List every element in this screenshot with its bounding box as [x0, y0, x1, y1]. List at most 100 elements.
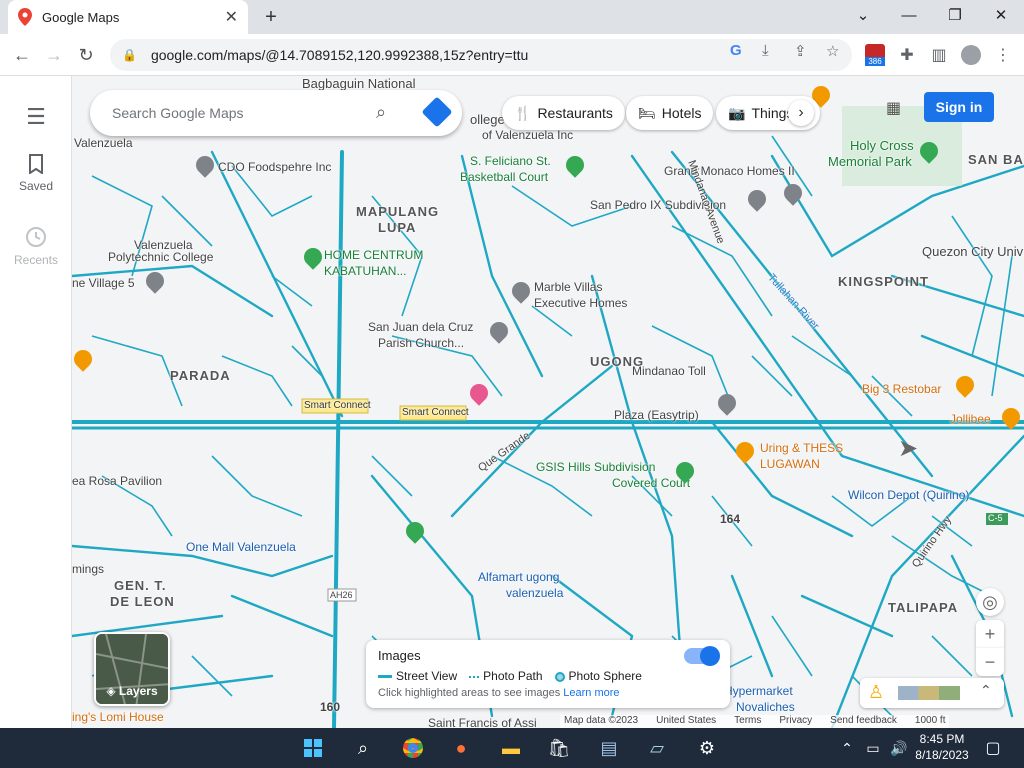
label-jollibee: Jollibee: [950, 412, 991, 426]
start-windows-icon[interactable]: [298, 734, 328, 762]
minimize-button[interactable]: —: [886, 0, 932, 30]
tab-google-maps[interactable]: Google Maps ✕: [8, 0, 248, 34]
map-canvas[interactable]: Bagbaguin National ollege Inc of Valenzu…: [72, 76, 1024, 728]
close-window-button[interactable]: ✕: [978, 0, 1024, 30]
label-valenzuela-top: Valenzuela: [74, 136, 133, 150]
map-attribution: Map data ©2023 United States Terms Priva…: [560, 715, 950, 728]
saved-label: Saved: [18, 179, 54, 193]
settings-gear-icon[interactable]: ⚙: [692, 734, 722, 762]
layers-button[interactable]: ◈ Layers: [94, 632, 170, 706]
bookmark-star-icon[interactable]: ☆: [826, 42, 839, 60]
browser-toolbar: ← → ↻ 🔒 google.com/maps/@14.7089152,120.…: [0, 34, 1024, 76]
taskbar-clock[interactable]: 8:45 PM 8/18/2023: [912, 731, 972, 763]
notepad-icon[interactable]: ▱: [642, 734, 672, 762]
zoom-out-button[interactable]: −: [976, 648, 1004, 676]
label-smart-connect-2: Smart Connect: [402, 407, 469, 418]
label-de-leon: DE LEON: [110, 594, 175, 609]
images-toggle[interactable]: [684, 646, 720, 666]
chip-restaurants[interactable]: 🍴 Restaurants: [502, 96, 625, 130]
chip-label: Restaurants: [537, 105, 613, 121]
search-icon[interactable]: ⌕: [376, 102, 386, 123]
search-input[interactable]: Search Google Maps: [112, 105, 244, 121]
lock-icon[interactable]: 🔒: [122, 48, 137, 62]
tab-close-icon[interactable]: ✕: [225, 7, 238, 27]
side-panel-icon[interactable]: ▥: [926, 42, 952, 68]
search-box[interactable]: Search Google Maps ⌕: [90, 90, 462, 136]
new-tab-button[interactable]: +: [258, 4, 284, 30]
pegman-icon[interactable]: ♙: [868, 682, 884, 703]
label-basketball: Basketball Court: [460, 170, 549, 184]
recents-button[interactable]: Recents: [0, 226, 72, 267]
expand-chevron-icon[interactable]: ⌃: [980, 682, 992, 699]
label-san-ba: SAN BA: [968, 152, 1024, 167]
restaurant-icon: 🍴: [514, 104, 532, 121]
label-164: 164: [720, 512, 741, 526]
my-location-icon[interactable]: ◎: [976, 588, 1004, 616]
label-plaza: Plaza (Easytrip): [614, 408, 699, 422]
google-apps-grid-icon[interactable]: ▦: [886, 98, 904, 117]
label-parada: PARADA: [170, 368, 231, 383]
scale-bar[interactable]: 1000 ft: [915, 715, 946, 728]
terms-link[interactable]: Terms: [734, 715, 761, 728]
recents-label: Recents: [13, 253, 59, 267]
menu-hamburger-icon[interactable]: ☰: [0, 104, 72, 130]
camera-icon: 📷: [728, 104, 746, 121]
reload-icon[interactable]: ↻: [72, 42, 100, 68]
firefox-icon[interactable]: ●: [446, 734, 476, 762]
profile-avatar-icon[interactable]: [958, 42, 984, 68]
label-cdo: CDO Foodspehre Inc: [218, 160, 332, 174]
url-text: google.com/maps/@14.7089152,120.9992388,…: [150, 47, 529, 63]
zoom-in-button[interactable]: +: [976, 620, 1004, 648]
microsoft-store-icon[interactable]: 🛍: [544, 734, 574, 762]
send-feedback-link[interactable]: Send feedback: [830, 715, 897, 728]
imagery-thumbnails[interactable]: [898, 686, 960, 700]
calendar-extension-icon[interactable]: 386: [862, 42, 888, 68]
label-160: 160: [320, 700, 341, 714]
label-smart-connect-1: Smart Connect: [304, 400, 371, 411]
street-view-strip[interactable]: ♙ ⌃: [860, 678, 1004, 708]
map-data-text: Map data ©2023: [564, 715, 639, 726]
restore-button[interactable]: ❐: [932, 0, 978, 30]
label-lupa: LUPA: [378, 220, 417, 235]
extensions-puzzle-icon[interactable]: ✚: [894, 42, 920, 68]
saved-button[interactable]: Saved: [0, 154, 72, 193]
label-big3: Big 3 Restobar: [862, 382, 942, 396]
forward-arrow-icon[interactable]: →: [40, 42, 68, 68]
google-lens-icon[interactable]: G: [730, 42, 742, 59]
label-talipapa: TALIPAPA: [888, 600, 959, 615]
label-hypermarket: Hypermarket: [724, 684, 793, 698]
layers-icon: ◈: [106, 684, 119, 698]
file-explorer-icon[interactable]: ▬: [496, 734, 526, 762]
notifications-icon[interactable]: ▢: [978, 734, 1008, 762]
label-gen-t: GEN. T.: [114, 578, 167, 593]
sign-in-button[interactable]: Sign in: [924, 92, 994, 122]
install-app-icon[interactable]: ⤓: [762, 42, 769, 59]
mouse-cursor-icon: ➤: [898, 435, 919, 462]
street-view-legend: Street View: [378, 669, 457, 683]
label-polytechnic: Polytechnic College: [108, 250, 214, 264]
chrome-icon[interactable]: [398, 734, 428, 762]
search-icon[interactable]: ⌕: [348, 734, 378, 762]
label-mindanao-toll: Mindanao Toll: [632, 364, 706, 378]
back-arrow-icon[interactable]: ←: [8, 42, 36, 68]
chevron-right-icon[interactable]: ›: [788, 100, 814, 126]
clock-date: 8/18/2023: [915, 748, 969, 762]
learn-more-link[interactable]: Learn more: [563, 687, 619, 699]
share-icon[interactable]: ⇪: [794, 42, 807, 60]
app-icon[interactable]: ▤: [594, 734, 624, 762]
country-link[interactable]: United States: [656, 715, 716, 728]
tab-search-chevron-icon[interactable]: ⌄: [840, 0, 886, 30]
tab-title: Google Maps: [42, 9, 120, 25]
volume-icon[interactable]: 🔊: [884, 734, 914, 762]
tab-strip: Google Maps ✕ + ⌄ — ❐ ✕: [0, 0, 1024, 34]
chrome-menu-icon[interactable]: ⋮: [990, 42, 1016, 68]
label-lugawan: LUGAWAN: [760, 457, 820, 471]
label-quezon-city: Quezon City Univ: [922, 244, 1024, 259]
chip-label: Hotels: [661, 105, 702, 121]
label-covered-court: Covered Court: [612, 476, 691, 490]
directions-icon[interactable]: [421, 96, 453, 128]
label-uring: Uring & THESS: [760, 441, 844, 455]
privacy-link[interactable]: Privacy: [779, 715, 812, 728]
bookmark-icon: [29, 154, 43, 175]
chip-hotels[interactable]: 🛏 Hotels: [626, 96, 714, 130]
